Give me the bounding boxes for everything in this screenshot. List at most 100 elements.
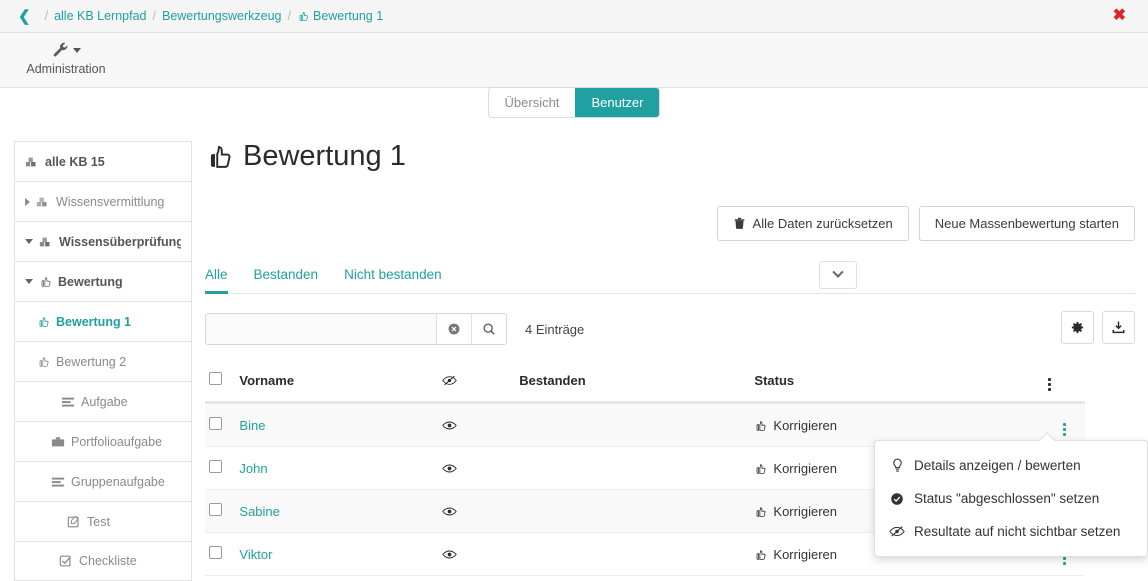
cubes-icon <box>25 155 39 169</box>
breadcrumb-item-1[interactable]: Bewertungswerkzeug <box>162 9 282 23</box>
user-link[interactable]: Viktor <box>239 547 272 562</box>
row-name-cell: Bine <box>235 402 439 447</box>
times-circle-icon <box>448 323 460 335</box>
column-header-vorname[interactable]: Vorname <box>235 361 439 404</box>
sidebar-item-label: Bewertung 1 <box>56 314 132 329</box>
expand-filters-toggle[interactable] <box>819 261 857 289</box>
settings-button[interactable] <box>1061 311 1094 344</box>
table-menu-icon[interactable] <box>1048 378 1052 391</box>
search-input[interactable] <box>206 314 436 344</box>
start-bulk-assessment-button[interactable]: Neue Massenbewertung starten <box>918 206 1135 241</box>
filter-tab-bestanden[interactable]: Bestanden <box>254 267 319 294</box>
sidebar-item-checkliste[interactable]: Checkliste <box>14 541 192 581</box>
download-button[interactable] <box>1102 311 1135 344</box>
sidebar-item-bewertung-1[interactable]: Bewertung 1 <box>14 301 192 341</box>
filter-tab-nicht-bestanden[interactable]: Nicht bestanden <box>344 267 442 294</box>
filter-tabs: Alle Bestanden Nicht bestanden <box>205 261 1135 294</box>
breadcrumb-item-0[interactable]: alle KB Lernpfad <box>54 9 146 23</box>
trash-icon <box>733 217 746 230</box>
breadcrumb-item-2[interactable]: Bewertung 1 <box>297 9 383 23</box>
row-select-cell <box>205 489 236 533</box>
row-name-cell: Sabine <box>235 489 439 533</box>
sidebar-item-label: Portfolioaufgabe <box>71 434 163 449</box>
start-bulk-assessment-label: Neue Massenbewertung starten <box>934 216 1119 231</box>
user-link[interactable]: Sabine <box>239 504 279 519</box>
row-bestanden-cell <box>515 532 751 576</box>
eye-slash-icon <box>442 375 457 385</box>
chevron-down-icon[interactable] <box>25 239 33 244</box>
user-link[interactable]: John <box>239 461 267 476</box>
row-name-cell: John <box>235 446 439 490</box>
chevron-down-icon[interactable] <box>25 279 33 284</box>
cubes-icon <box>39 235 53 249</box>
sidebar-item-label: Bewertung <box>58 274 123 289</box>
breadcrumb-separator: / <box>152 9 156 23</box>
status-label: Korrigieren <box>773 460 837 476</box>
user-link[interactable]: Bine <box>239 418 265 433</box>
reset-all-data-label: Alle Daten zurücksetzen <box>752 216 893 231</box>
filter-tab-alle[interactable]: Alle <box>205 267 228 294</box>
chevron-down-icon <box>72 47 81 53</box>
menu-item-resultate-nicht-sichtbar[interactable]: Resultate auf nicht sichtbar setzen <box>875 515 1147 548</box>
row-select-cell <box>205 532 236 576</box>
search-icon <box>483 323 495 335</box>
breadcrumb-item-2-label: Bewertung 1 <box>312 9 384 23</box>
chevron-right-icon[interactable] <box>25 197 30 206</box>
sidebar-item-wissensvermittlung[interactable]: Wissensvermittlung <box>14 181 192 221</box>
tab-uebersicht[interactable]: Übersicht <box>488 88 576 117</box>
clear-search-button[interactable] <box>436 314 471 344</box>
search-button[interactable] <box>471 314 506 344</box>
page-title-text: Bewertung 1 <box>243 139 406 172</box>
edit-icon <box>67 515 81 529</box>
search-row: 4 Einträge <box>205 311 1135 345</box>
sidebar-item-bewertung-2[interactable]: Bewertung 2 <box>14 341 192 381</box>
chevron-left-icon[interactable]: ❮ <box>12 9 39 24</box>
column-header-bestanden[interactable]: Bestanden <box>515 361 751 404</box>
row-checkbox[interactable] <box>209 417 222 430</box>
row-visibility-cell[interactable] <box>438 402 516 447</box>
menu-item-label: Details anzeigen / bewerten <box>914 458 1081 473</box>
row-visibility-cell[interactable] <box>438 532 516 576</box>
download-icon <box>1112 321 1125 334</box>
sidebar-item-bewertung[interactable]: Bewertung <box>14 261 192 301</box>
sidebar-item-alle-kb-15[interactable]: alle KB 15 <box>14 141 192 181</box>
sidebar-item-wissensueberpruefung[interactable]: Wissensüberprüfung <box>14 221 192 261</box>
row-visibility-cell[interactable] <box>438 446 516 490</box>
sidebar-item-portfolioaufgabe[interactable]: Portfolioaufgabe <box>14 421 192 461</box>
menu-item-status-abgeschlossen[interactable]: Status "abgeschlossen" setzen <box>875 482 1147 515</box>
sidebar-item-test[interactable]: Test <box>14 501 192 541</box>
select-all-checkbox[interactable] <box>209 372 222 385</box>
sidebar-item-gruppenaufgabe[interactable]: Gruppenaufgabe <box>14 461 192 501</box>
tasks-icon <box>61 395 75 409</box>
row-checkbox[interactable] <box>209 460 222 473</box>
sidebar-item-label: Checkliste <box>79 554 137 568</box>
breadcrumb: ❮ / alle KB Lernpfad / Bewertungswerkzeu… <box>0 0 1148 33</box>
column-header-menu <box>1044 361 1085 404</box>
administration-button[interactable]: Administration <box>22 39 110 76</box>
sidebar-item-aufgabe[interactable]: Aufgabe <box>14 381 192 421</box>
table-head: Vorname Bestanden Status <box>205 361 1085 404</box>
check-square-icon <box>59 554 73 568</box>
row-bestanden-cell <box>515 402 751 447</box>
main-tabs: Übersicht Benutzer <box>0 88 1148 124</box>
status-label: Korrigieren <box>773 503 837 519</box>
row-menu-icon[interactable] <box>1063 423 1067 436</box>
menu-item-details-anzeigen[interactable]: Details anzeigen / bewerten <box>875 449 1147 482</box>
column-header-visibility[interactable] <box>438 361 516 404</box>
gear-icon <box>1071 321 1084 334</box>
search-box <box>205 313 507 345</box>
close-icon[interactable]: ✖ <box>1113 8 1126 24</box>
reset-all-data-button[interactable]: Alle Daten zurücksetzen <box>716 206 909 241</box>
row-checkbox[interactable] <box>209 546 222 559</box>
row-checkbox[interactable] <box>209 503 222 516</box>
thumbs-up-icon <box>297 10 309 22</box>
status-label: Korrigieren <box>773 417 837 433</box>
tab-benutzer[interactable]: Benutzer <box>575 88 660 117</box>
row-visibility-cell[interactable] <box>438 489 516 533</box>
thumbs-up-icon <box>205 142 233 170</box>
column-header-status[interactable]: Status <box>750 361 1045 404</box>
sidebar-item-label: Wissensvermittlung <box>56 194 165 209</box>
status-label: Korrigieren <box>773 546 837 562</box>
check-circle-icon <box>889 492 905 506</box>
app-window: ❮ / alle KB Lernpfad / Bewertungswerkzeu… <box>0 0 1148 581</box>
